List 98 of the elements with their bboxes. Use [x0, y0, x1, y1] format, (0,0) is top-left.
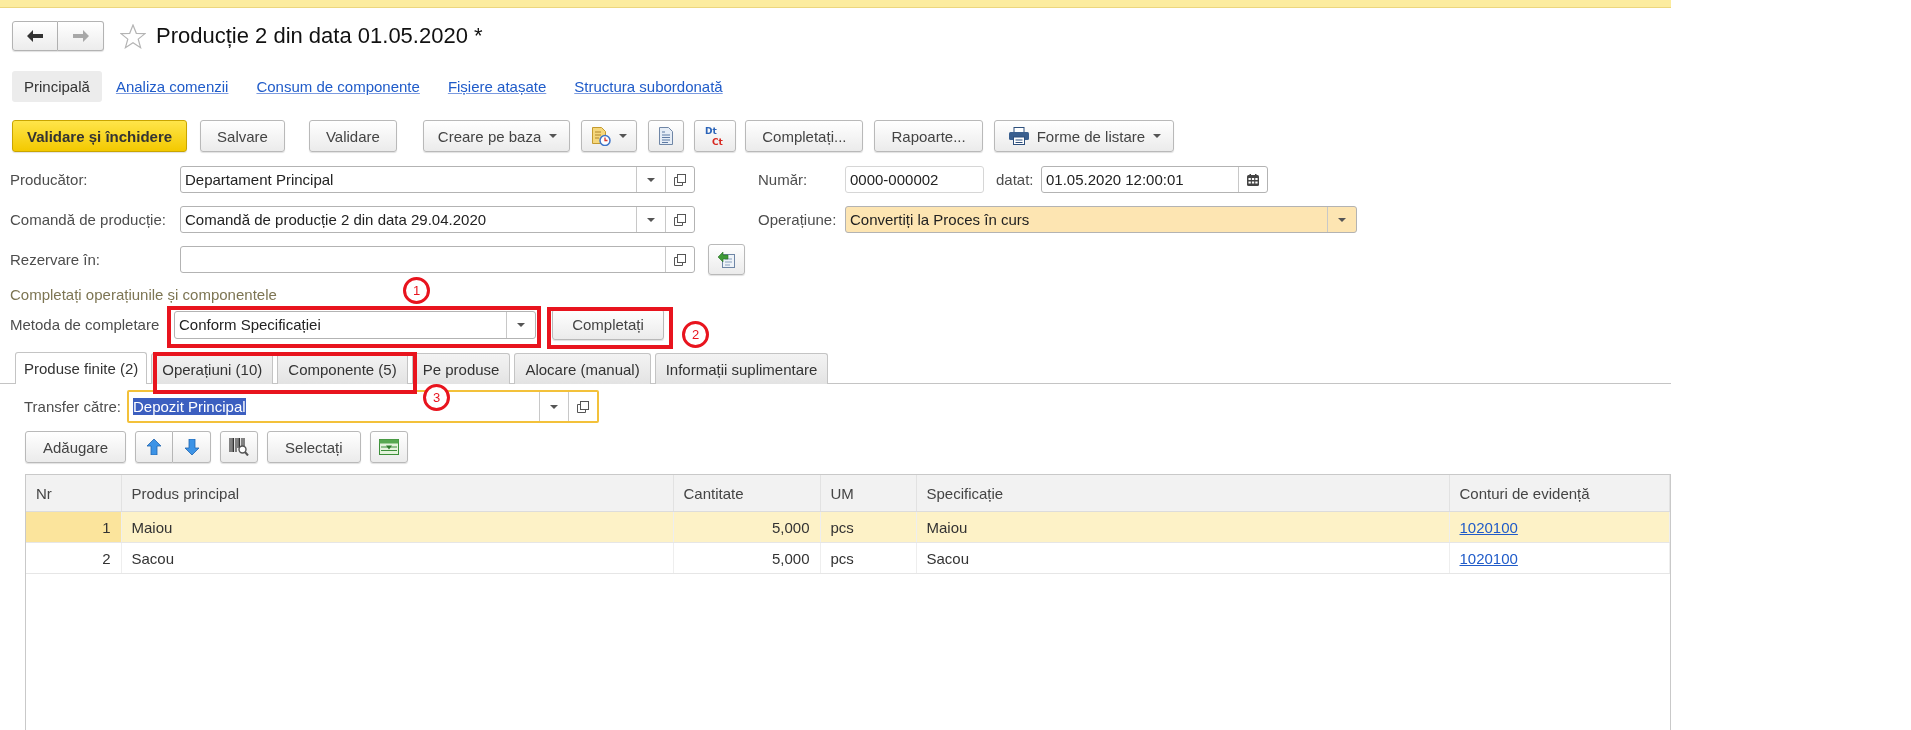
fill-table-button[interactable]: [369, 431, 408, 463]
star-icon[interactable]: [120, 23, 146, 49]
open-window-icon: [577, 400, 589, 413]
arrow-left-icon: [27, 30, 43, 42]
input-field[interactable]: 0000-000002: [845, 166, 984, 193]
table-cell: pcs: [820, 542, 916, 574]
column-header[interactable]: Conturi de evidență: [1449, 475, 1670, 512]
caret-icon: [517, 322, 525, 327]
fill-button[interactable]: Completați: [552, 309, 664, 340]
section-tab[interactable]: Principală: [12, 71, 102, 102]
caret-icon: [619, 134, 628, 138]
table-row[interactable]: 2 Sacou 5,000 pcs Sacou 1020100: [26, 542, 1670, 574]
column-header[interactable]: Cantitate: [673, 475, 820, 512]
input-field[interactable]: [180, 246, 695, 273]
dropdown-field[interactable]: Departament Principal: [180, 166, 695, 193]
post-and-close-button[interactable]: Validare și închidere: [12, 120, 188, 152]
toolbar-button[interactable]: Salvare: [200, 120, 285, 152]
dropdown-field[interactable]: Conform Specificației: [174, 310, 536, 339]
open-window-icon: [674, 253, 686, 266]
table-cell: Sacou: [121, 542, 673, 574]
table-cell: Maiou: [121, 511, 673, 543]
table-cell: 5,000: [673, 511, 820, 543]
open-window-icon: [674, 213, 686, 226]
toolbar-button[interactable]: Completați...: [745, 120, 864, 152]
field-value: Depozit Principal: [133, 398, 246, 415]
document-icon: [658, 126, 675, 146]
dropdown-field[interactable]: Convertiți la Proces în curs: [845, 206, 1357, 233]
section-tab[interactable]: Fișiere atașate: [433, 71, 561, 102]
column-header[interactable]: Nr: [26, 475, 121, 512]
caret-icon: [647, 177, 655, 182]
dropdown-button[interactable]: Creare pe baza: [422, 120, 571, 152]
tab[interactable]: Informații suplimentare: [654, 353, 829, 384]
dropdown-field[interactable]: Comandă de producție 2 din data 29.04.2020: [180, 206, 695, 233]
arrow-right-icon: [72, 30, 89, 42]
print-menu-button[interactable]: Forme de listare: [993, 120, 1175, 152]
caret-icon: [550, 404, 558, 409]
caret-icon: [549, 134, 558, 138]
field-label: datat:: [996, 171, 1035, 188]
arrow-up-icon: [147, 439, 162, 455]
account-link[interactable]: 1020100: [1459, 549, 1518, 567]
field-value: 01.05.2020 12:00:01: [1046, 171, 1184, 188]
table-toolbar-button[interactable]: Adăugare: [25, 431, 127, 463]
account-link[interactable]: 1020100: [1459, 518, 1518, 536]
debit-credit-icon: Dt Ct: [704, 125, 727, 147]
field-value: Convertiți la Proces în curs: [850, 211, 1030, 228]
debit-credit-button[interactable]: Dt Ct: [694, 120, 737, 152]
field-label: Număr:: [758, 171, 809, 188]
toolbar-button[interactable]: Rapoarte...: [874, 120, 983, 152]
field-value: Conform Specificației: [179, 316, 321, 333]
tab[interactable]: Alocare (manual): [514, 353, 651, 384]
reports-menu-button[interactable]: [581, 120, 638, 152]
table-toolbar-button[interactable]: Selectați: [267, 431, 361, 463]
section-tab[interactable]: Structura subordonată: [560, 71, 737, 102]
field-label: Transfer către:: [24, 398, 122, 415]
caret-icon: [647, 217, 655, 222]
move-up-button[interactable]: [135, 431, 174, 463]
field-label: Metoda de completare: [10, 316, 161, 333]
toolbar-button[interactable]: Validare: [308, 120, 397, 152]
tab[interactable]: Produse finite (2): [15, 352, 148, 384]
table-cell: Sacou: [916, 542, 1449, 574]
document-button[interactable]: [648, 120, 685, 152]
table-cell: 5,000: [673, 542, 820, 574]
caret-icon: [1153, 134, 1162, 138]
printer-icon: [1008, 127, 1029, 145]
back-button[interactable]: [12, 21, 58, 51]
field-value: Comandă de producție 2 din data 29.04.2020: [185, 211, 487, 228]
callout-number: 2: [682, 321, 709, 348]
field-label: Comandă de producție:: [10, 211, 167, 228]
barcode-magnifier-icon: [229, 438, 250, 456]
field-label: Rezervare în:: [10, 251, 102, 268]
table-cell: Maiou: [916, 511, 1449, 543]
move-down-button[interactable]: [173, 431, 212, 463]
document-clock-icon: [591, 126, 612, 146]
column-header[interactable]: Specificație: [916, 475, 1449, 512]
table-cell: pcs: [820, 511, 916, 543]
column-header[interactable]: Produs principal: [121, 475, 673, 512]
column-header[interactable]: UM: [820, 475, 916, 512]
arrow-down-icon: [184, 439, 199, 455]
fill-from-button[interactable]: [708, 244, 745, 275]
window-title: Producție 2 din data 01.05.2020 *: [156, 23, 483, 49]
barcode-search-button[interactable]: [220, 431, 259, 463]
open-window-icon: [674, 173, 686, 186]
caret-icon: [1338, 217, 1346, 222]
section-tab[interactable]: Analiza comenzii: [101, 71, 243, 102]
table-row[interactable]: 1 Maiou 5,000 pcs Maiou 1020100: [26, 511, 1670, 543]
field-label: Operațiune:: [758, 211, 838, 228]
group-title: Completați operațiunile și componentele: [10, 286, 277, 304]
section-tab[interactable]: Consum de componente: [242, 71, 434, 102]
field-label: Producător:: [10, 171, 89, 188]
field-value: 0000-000002: [850, 171, 939, 188]
callout-number: 1: [403, 277, 430, 304]
date-field[interactable]: 01.05.2020 12:00:01: [1041, 166, 1268, 193]
table-cell: 1: [26, 511, 121, 543]
calendar-icon: [1247, 173, 1259, 186]
field-value: Departament Principal: [185, 171, 334, 188]
tab[interactable]: Pe produse: [411, 353, 511, 384]
table-cell: 2: [26, 542, 121, 574]
document-arrow-icon: [717, 250, 736, 269]
